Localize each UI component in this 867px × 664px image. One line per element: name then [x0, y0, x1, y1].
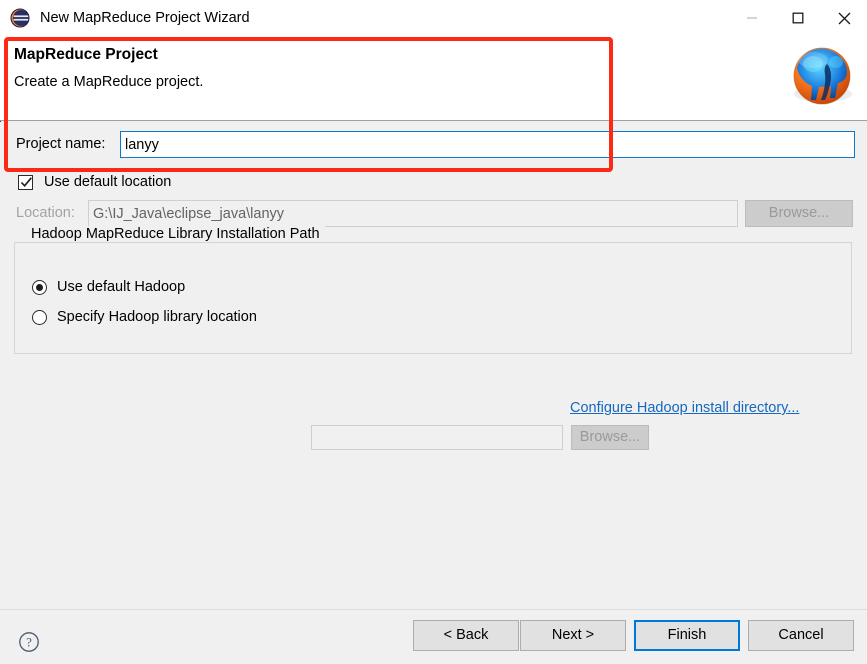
page-description: Create a MapReduce project. [14, 74, 204, 90]
project-name-label: Project name: [16, 136, 106, 152]
finish-button[interactable]: Finish [634, 620, 740, 651]
project-name-input[interactable] [120, 131, 855, 158]
radio-selected-icon [32, 279, 47, 295]
wizard-header: MapReduce Project Create a MapReduce pro… [0, 36, 867, 121]
location-browse-button: Browse... [745, 200, 853, 227]
next-button[interactable]: Next > [520, 620, 626, 651]
use-default-hadoop-label: Use default Hadoop [57, 279, 186, 295]
help-icon[interactable]: ? [18, 631, 40, 653]
hadoop-library-group-title: Hadoop MapReduce Library Installation Pa… [26, 226, 325, 242]
dialog-footer: ? < Back Next > Finish Cancel [0, 609, 867, 664]
close-button[interactable] [821, 0, 867, 36]
hadoop-library-browse-button: Browse... [571, 425, 649, 450]
hadoop-library-group [14, 242, 852, 354]
minimize-button[interactable] [729, 0, 775, 36]
back-button[interactable]: < Back [413, 620, 519, 651]
project-name-row: Project name: [0, 131, 867, 161]
page-title: MapReduce Project [14, 46, 158, 63]
eclipse-icon [9, 7, 31, 29]
hadoop-elephant-logo [783, 38, 861, 116]
radio-unselected-icon [32, 309, 47, 325]
use-default-location-label: Use default location [44, 174, 172, 190]
configure-hadoop-install-directory-link[interactable]: Configure Hadoop install directory... [570, 400, 799, 416]
checkbox-checked-icon [18, 174, 33, 190]
title-bar: New MapReduce Project Wizard [0, 0, 867, 36]
location-input [88, 200, 738, 227]
location-label: Location: [16, 205, 75, 221]
location-row: Location: Browse... [0, 200, 867, 228]
hadoop-library-location-input [311, 425, 563, 450]
window-title: New MapReduce Project Wizard [40, 10, 250, 26]
maximize-button[interactable] [775, 0, 821, 36]
radio-use-default-hadoop[interactable]: Use default Hadoop [32, 279, 185, 295]
specify-hadoop-location-label: Specify Hadoop library location [57, 309, 257, 325]
use-default-location-checkbox[interactable]: Use default location [18, 174, 171, 190]
cancel-button[interactable]: Cancel [748, 620, 854, 651]
wizard-body: Project name: Use default location Locat… [0, 122, 867, 609]
svg-text:?: ? [26, 636, 32, 650]
window-controls [729, 0, 867, 36]
radio-specify-hadoop-location[interactable]: Specify Hadoop library location [32, 309, 257, 325]
